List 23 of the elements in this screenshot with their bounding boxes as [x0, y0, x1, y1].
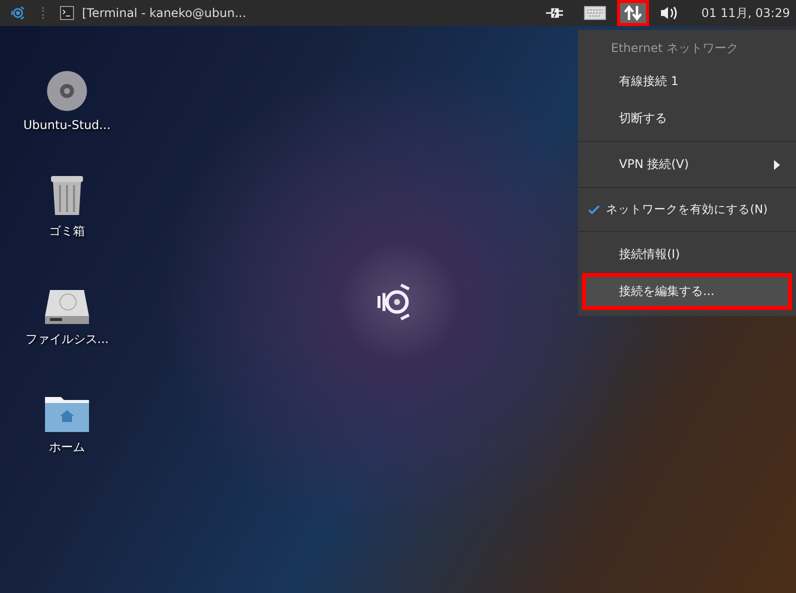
submenu-item[interactable]: VPN 接続(V) [582, 146, 792, 183]
ubuntu-studio-logo-icon[interactable] [10, 5, 26, 21]
home-folder-icon[interactable] [44, 395, 90, 433]
menu-item[interactable]: 有線接続 1 [582, 63, 792, 100]
taskbar-window-button[interactable]: [Terminal - kaneko@ubun... [56, 1, 250, 25]
desktop-icon-label[interactable]: Ubuntu-Stud... [23, 118, 111, 132]
desktop-icon-label[interactable]: ホーム [49, 439, 85, 456]
menu-item[interactable]: 接続情報(I) [582, 236, 792, 273]
desktop-icon-label[interactable]: ファイルシス... [25, 331, 109, 348]
network-arrows-icon[interactable] [617, 0, 650, 26]
disc-icon[interactable] [46, 70, 88, 112]
menu-check-item[interactable]: ネットワークを有効にする(N) [582, 192, 792, 227]
trash-can-icon[interactable] [50, 173, 84, 217]
terminal-icon [60, 6, 74, 20]
menu-item[interactable]: 接続を編集する... [582, 273, 792, 310]
menu-header: Ethernet ネットワーク [610, 40, 740, 57]
menu-item[interactable]: 切断する [582, 100, 792, 137]
hard-drive-icon[interactable] [44, 289, 90, 325]
panel-handle-icon [42, 7, 46, 19]
desktop-icon-label[interactable]: ゴミ箱 [49, 223, 85, 240]
clock-text[interactable]: 01 11月, 03:29 [701, 4, 790, 22]
submenu-arrow-icon [774, 160, 780, 170]
menu-check-label: ネットワークを有効にする(N) [606, 202, 768, 217]
